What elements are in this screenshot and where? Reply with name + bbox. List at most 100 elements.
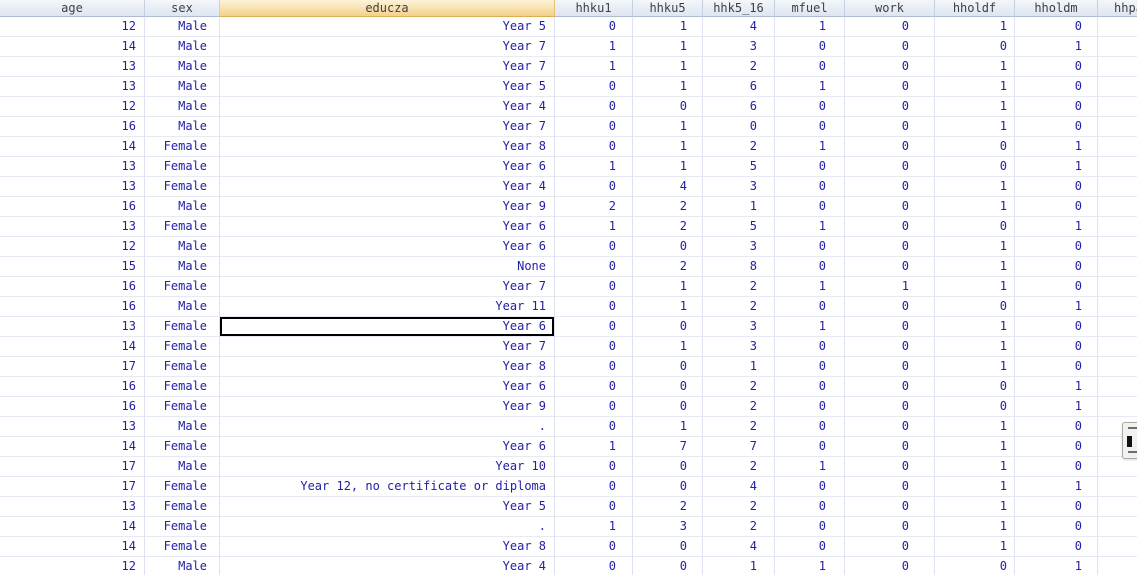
- cell-hholdf[interactable]: 1: [935, 197, 1015, 217]
- cell-sex[interactable]: Male: [145, 237, 220, 257]
- cell-mfuel[interactable]: 0: [775, 177, 845, 197]
- cell-hholdm[interactable]: 0: [1015, 417, 1098, 437]
- cell-hholdm[interactable]: 1: [1015, 37, 1098, 57]
- column-header-hholdf[interactable]: hholdf: [935, 0, 1015, 17]
- cell-hholdf[interactable]: 0: [935, 397, 1015, 417]
- cell-hholdf[interactable]: 0: [935, 377, 1015, 397]
- cell-mfuel[interactable]: 1: [775, 217, 845, 237]
- cell-hhk5_16[interactable]: 5: [703, 157, 775, 177]
- cell-hhku1[interactable]: 0: [555, 557, 633, 575]
- cell-hhku5[interactable]: 4: [633, 177, 703, 197]
- cell-educza[interactable]: Year 9: [220, 397, 555, 417]
- cell-hhku5[interactable]: 0: [633, 457, 703, 477]
- column-header-hhk5_16[interactable]: hhk5_16: [703, 0, 775, 17]
- cell-hhku5[interactable]: 0: [633, 377, 703, 397]
- cell-mfuel[interactable]: 0: [775, 477, 845, 497]
- cell-hhku5[interactable]: 1: [633, 137, 703, 157]
- cell-hholdm[interactable]: 0: [1015, 57, 1098, 77]
- cell-hholdf[interactable]: 1: [935, 317, 1015, 337]
- cell-mfuel[interactable]: 0: [775, 57, 845, 77]
- cell-educza[interactable]: Year 7: [220, 57, 555, 77]
- cell-hholdf[interactable]: 0: [935, 217, 1015, 237]
- column-header-hhku5[interactable]: hhku5: [633, 0, 703, 17]
- cell-mfuel[interactable]: 0: [775, 517, 845, 537]
- cell-mfuel[interactable]: 0: [775, 497, 845, 517]
- cell-educza[interactable]: Year 10: [220, 457, 555, 477]
- cell-hhpa[interactable]: [1098, 277, 1137, 297]
- cell-hhku1[interactable]: 0: [555, 177, 633, 197]
- column-header-hholdm[interactable]: hholdm: [1015, 0, 1098, 17]
- cell-educza[interactable]: Year 12, no certificate or diploma: [220, 477, 555, 497]
- cell-hhku5[interactable]: 7: [633, 437, 703, 457]
- cell-age[interactable]: 13: [0, 57, 145, 77]
- cell-hhku1[interactable]: 0: [555, 477, 633, 497]
- cell-hhku5[interactable]: 2: [633, 197, 703, 217]
- cell-hhku5[interactable]: 1: [633, 57, 703, 77]
- cell-hhpa[interactable]: [1098, 337, 1137, 357]
- cell-age[interactable]: 14: [0, 517, 145, 537]
- cell-hholdm[interactable]: 1: [1015, 477, 1098, 497]
- cell-work[interactable]: 0: [845, 117, 935, 137]
- cell-hhpa[interactable]: [1098, 257, 1137, 277]
- cell-age[interactable]: 14: [0, 437, 145, 457]
- cell-age[interactable]: 13: [0, 157, 145, 177]
- cell-hhpa[interactable]: [1098, 497, 1137, 517]
- cell-educza[interactable]: .: [220, 517, 555, 537]
- cell-hholdf[interactable]: 1: [935, 517, 1015, 537]
- cell-work[interactable]: 0: [845, 357, 935, 377]
- cell-hhk5_16[interactable]: 3: [703, 337, 775, 357]
- cell-educza[interactable]: Year 8: [220, 137, 555, 157]
- cell-educza[interactable]: Year 7: [220, 117, 555, 137]
- cell-hholdf[interactable]: 1: [935, 497, 1015, 517]
- cell-hhk5_16[interactable]: 2: [703, 297, 775, 317]
- cell-hhku1[interactable]: 0: [555, 357, 633, 377]
- cell-work[interactable]: 0: [845, 217, 935, 237]
- cell-hhpa[interactable]: [1098, 197, 1137, 217]
- cell-hhku1[interactable]: 0: [555, 457, 633, 477]
- cell-hholdm[interactable]: 1: [1015, 137, 1098, 157]
- cell-hhk5_16[interactable]: 1: [703, 197, 775, 217]
- cell-hhku5[interactable]: 0: [633, 557, 703, 575]
- cell-hhk5_16[interactable]: 3: [703, 237, 775, 257]
- cell-work[interactable]: 0: [845, 77, 935, 97]
- cell-work[interactable]: 0: [845, 237, 935, 257]
- cell-hhku1[interactable]: 0: [555, 397, 633, 417]
- cell-hholdm[interactable]: 1: [1015, 157, 1098, 177]
- cell-hholdf[interactable]: 1: [935, 357, 1015, 377]
- cell-hhk5_16[interactable]: 4: [703, 17, 775, 37]
- cell-hholdm[interactable]: 1: [1015, 397, 1098, 417]
- cell-hhk5_16[interactable]: 2: [703, 377, 775, 397]
- cell-work[interactable]: 0: [845, 297, 935, 317]
- cell-hhku5[interactable]: 1: [633, 77, 703, 97]
- cell-work[interactable]: 0: [845, 257, 935, 277]
- cell-hhpa[interactable]: [1098, 317, 1137, 337]
- cell-hholdm[interactable]: 0: [1015, 357, 1098, 377]
- cell-age[interactable]: 12: [0, 17, 145, 37]
- cell-mfuel[interactable]: 1: [775, 17, 845, 37]
- cell-age[interactable]: 12: [0, 557, 145, 575]
- cell-age[interactable]: 14: [0, 37, 145, 57]
- cell-hhpa[interactable]: [1098, 17, 1137, 37]
- cell-mfuel[interactable]: 1: [775, 277, 845, 297]
- cell-age[interactable]: 14: [0, 337, 145, 357]
- cell-hhk5_16[interactable]: 3: [703, 177, 775, 197]
- cell-hhku1[interactable]: 0: [555, 137, 633, 157]
- cell-mfuel[interactable]: 0: [775, 97, 845, 117]
- cell-educza[interactable]: None: [220, 257, 555, 277]
- cell-age[interactable]: 13: [0, 497, 145, 517]
- cell-hhku1[interactable]: 0: [555, 337, 633, 357]
- cell-hholdm[interactable]: 0: [1015, 457, 1098, 477]
- column-header-hhku1[interactable]: hhku1: [555, 0, 633, 17]
- cell-work[interactable]: 1: [845, 277, 935, 297]
- column-header-age[interactable]: age: [0, 0, 145, 17]
- cell-mfuel[interactable]: 0: [775, 297, 845, 317]
- cell-hhku5[interactable]: 1: [633, 157, 703, 177]
- cell-hholdf[interactable]: 0: [935, 297, 1015, 317]
- cell-hhku1[interactable]: 0: [555, 77, 633, 97]
- cell-hhku1[interactable]: 0: [555, 277, 633, 297]
- cell-sex[interactable]: Male: [145, 77, 220, 97]
- cell-hhku5[interactable]: 1: [633, 337, 703, 357]
- cell-hholdf[interactable]: 1: [935, 237, 1015, 257]
- cell-educza[interactable]: Year 7: [220, 37, 555, 57]
- cell-hholdf[interactable]: 1: [935, 537, 1015, 557]
